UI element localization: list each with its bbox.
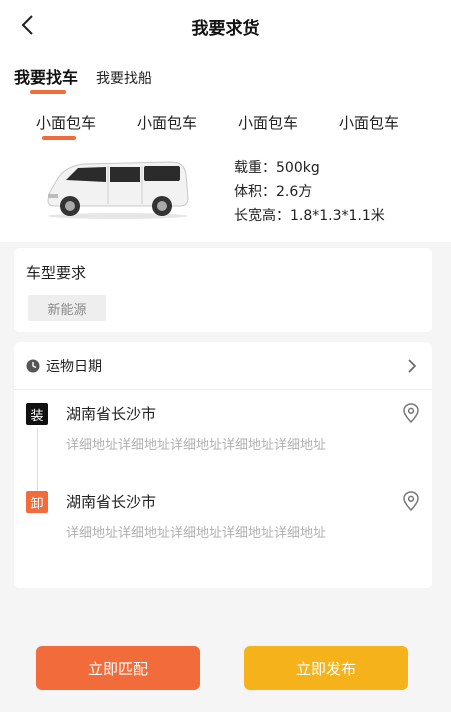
requirement-tag-new-energy[interactable]: 新能源 (28, 295, 106, 321)
mode-tabs: 我要找车 我要找船 (14, 64, 152, 94)
vehicle-type-item[interactable]: 小面包车 (36, 112, 97, 140)
unload-city: 湖南省长沙市 (66, 493, 157, 511)
spec-load: 载重：500kg (234, 160, 320, 176)
vehicle-type-item[interactable]: 小面包车 (339, 112, 399, 133)
vehicle-type-label: 小面包车 (36, 114, 97, 132)
location-pin-icon[interactable] (402, 491, 420, 511)
tab-find-ship[interactable]: 我要找船 (96, 68, 152, 88)
spec-volume: 体积：2.6方 (234, 184, 313, 200)
vehicle-type-list: 小面包车 小面包车 小面包车 小面包车 (0, 112, 451, 142)
tab-find-vehicle[interactable]: 我要找车 (14, 64, 79, 94)
requirement-title: 车型要求 (26, 264, 87, 282)
spec-dimensions: 长宽高：1.8*1.3*1.1米 (234, 208, 385, 224)
active-tab-indicator (30, 90, 66, 94)
shipping-date-label: 运物日期 (46, 358, 102, 375)
vehicle-type-item[interactable]: 小面包车 (137, 112, 197, 133)
page-title: 我要求货 (191, 18, 260, 39)
vehicle-specs: 载重：500kg 体积：2.6方 长宽高：1.8*1.3*1.1米 (234, 156, 385, 228)
clock-icon (26, 359, 40, 372)
back-button[interactable] (14, 12, 40, 38)
load-badge: 装 (26, 403, 48, 425)
match-now-button[interactable]: 立即匹配 (36, 646, 200, 690)
publish-now-button[interactable]: 立即发布 (244, 646, 408, 690)
vehicle-card: 我要找车 我要找船 小面包车 小面包车 小面包车 小面包车 载重：500kg 体… (0, 52, 451, 242)
vehicle-requirement-card: 车型要求 新能源 (14, 248, 432, 332)
load-address[interactable]: 装 湖南省长沙市 详细地址详细地址详细地址详细地址详细地址 (14, 402, 432, 462)
selected-type-indicator (42, 136, 76, 140)
van-image (47, 161, 189, 219)
route-connector-line (37, 428, 38, 492)
route-card: 运物日期 装 湖南省长沙市 详细地址详细地址详细地址详细地址详细地址 卸 湖南省… (14, 342, 432, 588)
load-detail-address: 详细地址详细地址详细地址详细地址详细地址 (66, 438, 327, 453)
unload-badge: 卸 (26, 491, 48, 513)
unload-address[interactable]: 卸 湖南省长沙市 详细地址详细地址详细地址详细地址详细地址 (14, 490, 432, 550)
load-city: 湖南省长沙市 (66, 405, 157, 423)
location-pin-icon[interactable] (402, 403, 420, 423)
tab-find-vehicle-label: 我要找车 (14, 68, 79, 87)
header: 我要求货 (0, 0, 451, 52)
back-arrow-icon (21, 15, 33, 35)
unload-detail-address: 详细地址详细地址详细地址详细地址详细地址 (66, 526, 327, 541)
chevron-right-icon (408, 359, 417, 373)
vehicle-type-item[interactable]: 小面包车 (238, 112, 298, 133)
shipping-date-row[interactable]: 运物日期 (14, 342, 432, 390)
